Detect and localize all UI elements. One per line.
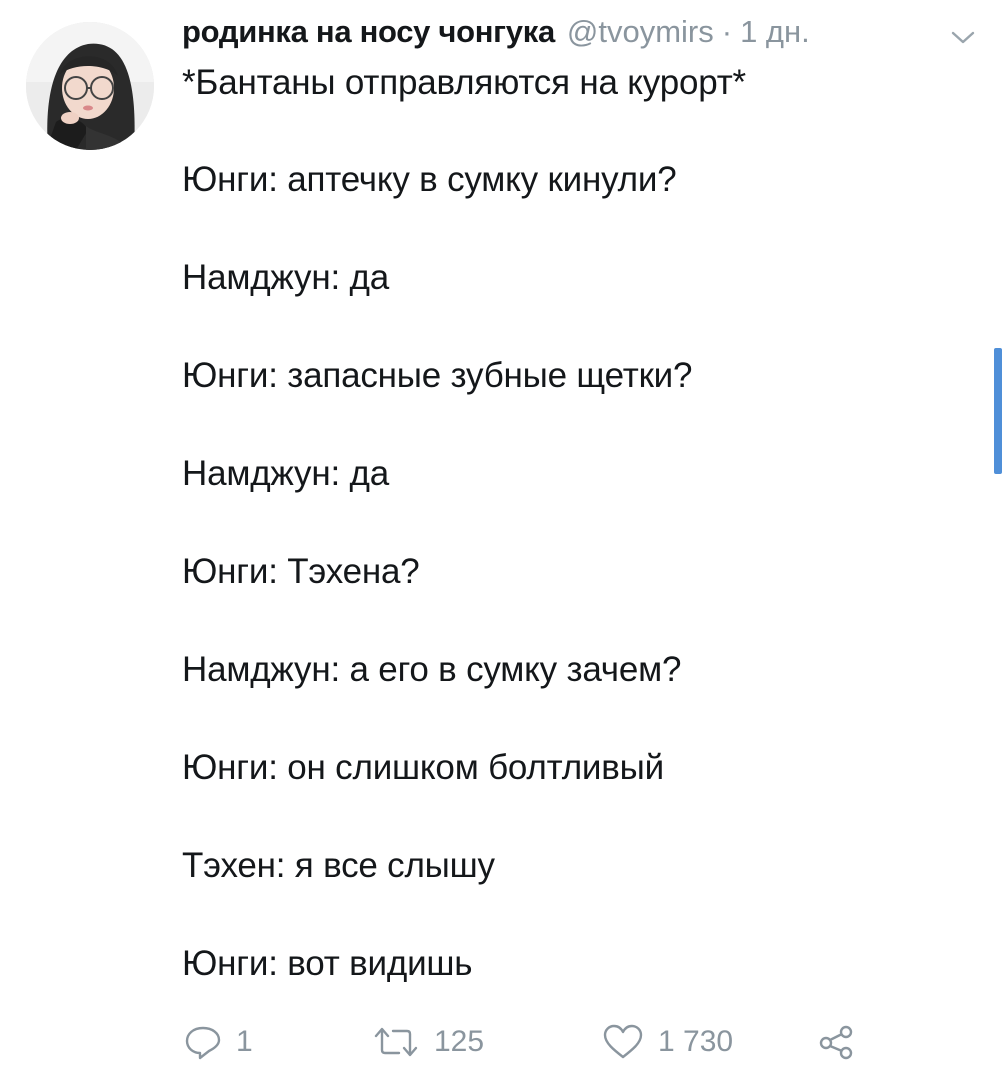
share-button[interactable] bbox=[818, 1020, 856, 1064]
tweet-actions: 1 125 1 730 bbox=[182, 1020, 882, 1064]
display-name[interactable]: родинка на носу чонгука bbox=[182, 14, 555, 50]
scrollbar[interactable] bbox=[994, 348, 1002, 474]
heart-icon bbox=[602, 1023, 644, 1061]
like-button[interactable]: 1 730 bbox=[602, 1020, 733, 1064]
tweet-line: Тэхен: я все слышу bbox=[182, 846, 495, 885]
retweet-button[interactable]: 125 bbox=[372, 1020, 484, 1064]
tweet-text: *Бантаны отправляются на курорт* Юнги: а… bbox=[182, 62, 962, 984]
tweet[interactable]: родинка на носу чонгука @tvoymirs · 1 дн… bbox=[0, 0, 1002, 1080]
reply-icon bbox=[184, 1024, 222, 1060]
reply-button[interactable]: 1 bbox=[184, 1020, 253, 1064]
separator-dot: · bbox=[721, 14, 733, 49]
tweet-line: Намджун: да bbox=[182, 454, 389, 493]
user-handle[interactable]: @tvoymirs bbox=[567, 14, 714, 50]
tweet-line: Юнги: он слишком болтливый bbox=[182, 748, 664, 787]
retweet-icon bbox=[372, 1024, 420, 1060]
like-count: 1 730 bbox=[658, 1025, 734, 1058]
share-icon bbox=[818, 1024, 856, 1060]
tweet-line: Юнги: запасные зубные щетки? bbox=[182, 356, 693, 395]
tweet-line: Намджун: а его в сумку зачем? bbox=[182, 650, 682, 689]
chevron-down-icon[interactable] bbox=[950, 28, 976, 46]
tweet-line: Юнги: Тэхена? bbox=[182, 552, 420, 591]
tweet-line: Юнги: вот видишь bbox=[182, 944, 473, 983]
retweet-count: 125 bbox=[434, 1025, 485, 1058]
tweet-line: *Бантаны отправляются на курорт* bbox=[182, 63, 746, 102]
avatar[interactable] bbox=[26, 22, 154, 150]
timestamp[interactable]: 1 дн. bbox=[740, 14, 810, 50]
tweet-line: Юнги: аптечку в сумку кинули? bbox=[182, 160, 677, 199]
tweet-header: родинка на носу чонгука @tvoymirs · 1 дн… bbox=[182, 14, 810, 58]
tweet-line: Намджун: да bbox=[182, 258, 389, 297]
reply-count: 1 bbox=[236, 1025, 253, 1058]
